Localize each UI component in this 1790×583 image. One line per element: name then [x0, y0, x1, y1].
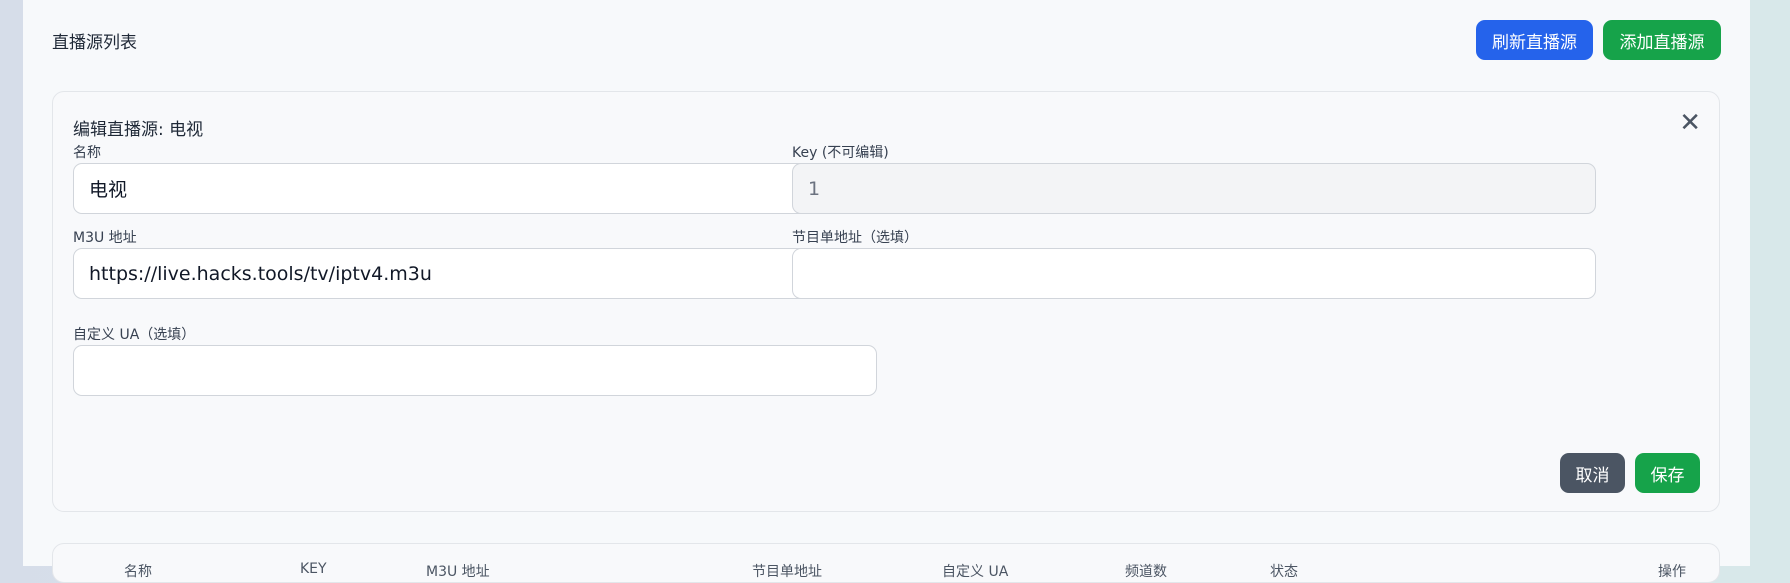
main-content: 直播源列表 刷新直播源 添加直播源 编辑直播源: 电视 ✕ 名称 Key (不可…: [23, 0, 1750, 583]
col-header-status: 状态: [1270, 564, 1298, 580]
col-header-channels: 频道数: [1125, 564, 1167, 580]
m3u-label: M3U 地址: [73, 230, 137, 246]
edit-source-panel: 编辑直播源: 电视 ✕ 名称 Key (不可编辑) M3U 地址 节目单地址（选…: [52, 91, 1720, 512]
close-icon[interactable]: ✕: [1679, 110, 1701, 136]
add-source-button[interactable]: 添加直播源: [1603, 20, 1721, 60]
epg-input[interactable]: [792, 248, 1596, 299]
col-header-ua: 自定义 UA: [942, 564, 1009, 580]
m3u-input[interactable]: [73, 248, 877, 299]
key-label: Key (不可编辑): [792, 145, 889, 161]
edit-panel-title: 编辑直播源: 电视: [73, 120, 204, 140]
col-header-m3u: M3U 地址: [426, 564, 490, 580]
name-input[interactable]: [73, 163, 877, 214]
col-header-key: KEY: [300, 561, 327, 577]
cancel-button[interactable]: 取消: [1560, 453, 1625, 493]
col-header-epg: 节目单地址: [752, 564, 822, 580]
col-header-name: 名称: [124, 564, 152, 580]
epg-label: 节目单地址（选填）: [792, 230, 918, 246]
sources-table: 名称 KEY M3U 地址 节目单地址 自定义 UA 频道数 状态 操作: [52, 543, 1720, 583]
key-input: [792, 163, 1596, 214]
save-button[interactable]: 保存: [1635, 453, 1700, 493]
ua-input[interactable]: [73, 345, 877, 396]
page-title: 直播源列表: [52, 33, 137, 53]
ua-label: 自定义 UA（选填）: [73, 327, 196, 343]
refresh-sources-button[interactable]: 刷新直播源: [1476, 20, 1593, 60]
name-label: 名称: [73, 145, 101, 161]
col-header-actions: 操作: [1658, 564, 1686, 580]
